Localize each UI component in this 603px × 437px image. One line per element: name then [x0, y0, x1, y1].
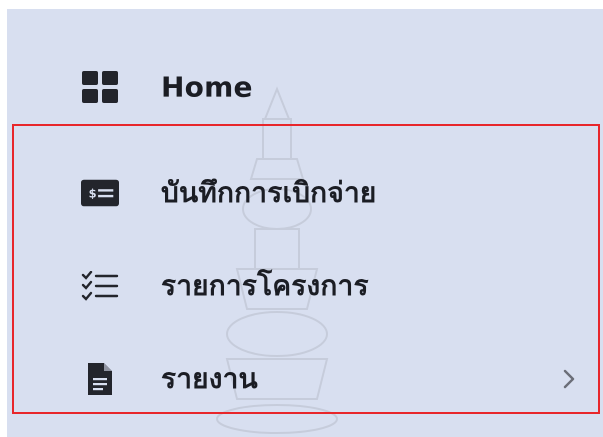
money-card-icon: $: [81, 174, 119, 212]
sidebar-item-label: บันทึกการเบิกจ่าย: [161, 176, 377, 209]
sidebar-item-home[interactable]: Home: [7, 57, 603, 117]
sidebar-item-label: Home: [161, 70, 253, 104]
sidebar-item-reports[interactable]: รายงาน: [7, 349, 603, 409]
chevron-right-icon[interactable]: [559, 367, 579, 391]
checklist-icon: [81, 267, 119, 305]
sidebar-item-disbursement-record[interactable]: $ บันทึกการเบิกจ่าย: [7, 163, 603, 223]
sidebar-item-project-list[interactable]: รายการโครงการ: [7, 256, 603, 316]
sidebar-item-label: รายงาน: [161, 362, 258, 395]
sidebar: Home $ บันทึกการเบิกจ่าย รายการโครงการ ร…: [7, 9, 603, 437]
sidebar-item-label: รายการโครงการ: [161, 269, 369, 302]
document-icon: [81, 360, 119, 398]
grid-icon: [81, 68, 119, 106]
svg-text:$: $: [89, 187, 97, 201]
